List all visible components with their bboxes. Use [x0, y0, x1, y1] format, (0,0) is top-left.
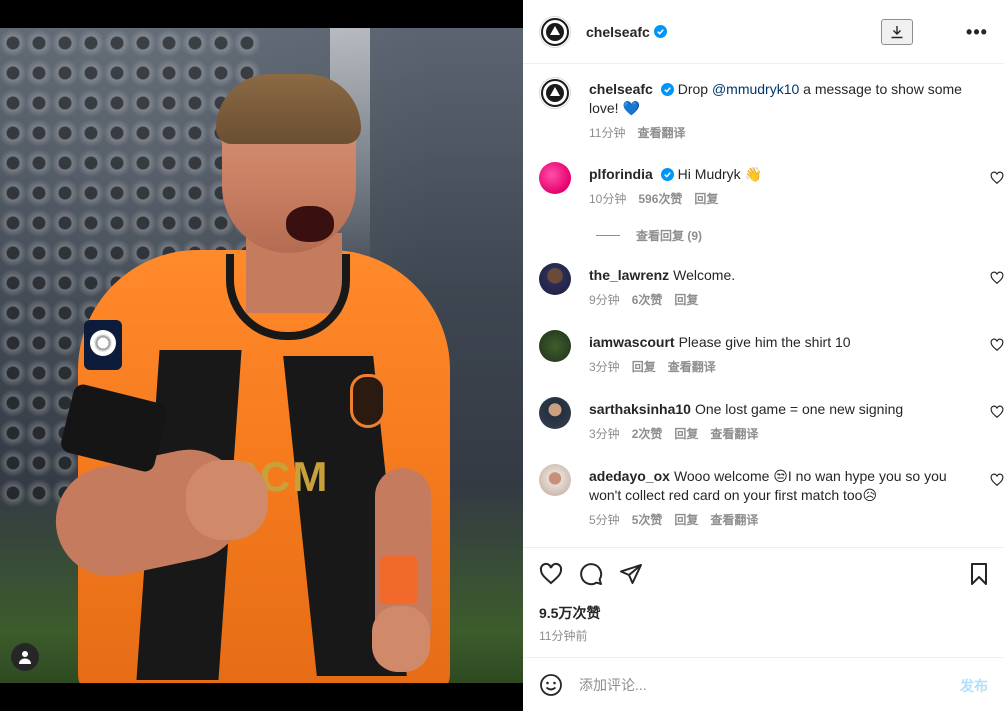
player-fist	[372, 606, 430, 672]
avatar[interactable]	[539, 464, 571, 496]
player-hair	[216, 74, 361, 144]
heart-icon[interactable]	[990, 271, 1004, 285]
comment-likes[interactable]: 5次赞	[632, 513, 663, 527]
comment-body: Welcome.	[673, 267, 736, 283]
blue-heart-emoji: 💙	[622, 100, 640, 116]
comment-time: 11分钟	[589, 126, 626, 140]
comment-body: Wooo welcome	[673, 468, 774, 484]
unamused-emoji: 😒	[773, 468, 788, 484]
heart-icon[interactable]	[539, 562, 563, 586]
avatar[interactable]	[539, 330, 571, 362]
comment-time: 3分钟	[589, 360, 620, 374]
comment-text: iamwascourt Please give him the shirt 10	[589, 333, 964, 352]
champions-league-badge	[84, 320, 122, 370]
verified-badge-icon	[660, 168, 674, 181]
club-crest	[350, 374, 386, 428]
post-details-panel: chelseafc ••• chelseafc Drop @mmudryk10 …	[523, 0, 1004, 711]
avatar[interactable]	[539, 77, 571, 109]
heart-icon[interactable]	[990, 171, 1004, 185]
sad-emoji: 😥	[862, 487, 878, 503]
likes-count[interactable]: 9.5万次赞	[539, 603, 600, 623]
comment-time: 3分钟	[589, 427, 620, 441]
person-icon[interactable]	[11, 643, 39, 671]
heart-icon[interactable]	[990, 338, 1004, 352]
comment-username[interactable]: iamwascourt	[589, 334, 675, 350]
avatar[interactable]	[539, 15, 571, 48]
comment-body: Please give him the shirt 10	[678, 334, 851, 350]
comment-meta: 3分钟 2次赞 回复 查看翻译	[589, 425, 770, 442]
comment-time: 10分钟	[589, 192, 627, 206]
translate-link[interactable]: 查看翻译	[668, 360, 716, 374]
comment-text: plforindia Hi Mudryk 👋	[589, 165, 964, 184]
download-button[interactable]	[881, 19, 913, 45]
heart-icon[interactable]	[990, 473, 1004, 487]
bookmark-icon[interactable]	[967, 562, 991, 586]
comment-meta: 9分钟 6次赞 回复	[589, 291, 710, 308]
view-replies-button[interactable]: 查看回复 (9)	[596, 227, 702, 244]
view-replies-label: 查看回复 (9)	[636, 229, 703, 243]
comment-username[interactable]: the_lawrenz	[589, 267, 669, 283]
mention-link[interactable]: @mmudryk10	[712, 81, 799, 97]
reply-button[interactable]: 回复	[674, 513, 698, 527]
post-actions: 9.5万次赞 11分钟前	[523, 547, 1004, 657]
player-fist	[186, 460, 268, 540]
reply-button[interactable]: 回复	[694, 192, 718, 206]
header-username[interactable]: chelseafc	[586, 24, 650, 40]
comment-body: Hi Mudryk	[677, 166, 745, 182]
post-comment-button[interactable]: 发布	[960, 676, 988, 696]
comment-text: the_lawrenz Welcome.	[589, 266, 964, 285]
comment-input[interactable]	[579, 672, 939, 698]
post-time: 11分钟前	[539, 629, 588, 643]
chelsea-crest-icon	[541, 79, 569, 107]
comment-icon[interactable]	[579, 562, 603, 586]
comment-time: 5分钟	[589, 513, 620, 527]
chelsea-crest-icon	[541, 17, 569, 46]
comment-body: One lost game = one new signing	[694, 401, 904, 417]
replies-divider	[596, 235, 620, 236]
translate-link[interactable]: 查看翻译	[637, 126, 685, 140]
comment-meta: 5分钟 5次赞 回复 查看翻译	[589, 511, 770, 528]
comment-meta: 10分钟 596次赞 回复	[589, 190, 730, 207]
avatar[interactable]	[539, 263, 571, 295]
emoji-icon[interactable]	[539, 673, 563, 697]
comment-meta: 3分钟 回复 查看翻译	[589, 358, 728, 375]
reply-button[interactable]: 回复	[632, 360, 656, 374]
comment-text: sarthaksinha10 One lost game = one new si…	[589, 400, 964, 419]
wave-emoji: 👋	[744, 166, 763, 182]
post-header: chelseafc •••	[523, 0, 1004, 64]
download-icon	[891, 26, 903, 39]
reply-button[interactable]: 回复	[674, 427, 698, 441]
translate-link[interactable]: 查看翻译	[710, 427, 758, 441]
comment-likes[interactable]: 2次赞	[632, 427, 663, 441]
comment-likes[interactable]: 596次赞	[638, 192, 682, 206]
player-mouth	[286, 206, 334, 242]
caption-text: chelseafc Drop @mmudryk10 a message to s…	[589, 80, 964, 118]
more-options-icon[interactable]: •••	[965, 22, 989, 42]
comment-time: 9分钟	[589, 293, 620, 307]
caption-text-before: Drop	[677, 81, 712, 97]
share-icon[interactable]	[619, 562, 643, 586]
comment-likes[interactable]: 6次赞	[632, 293, 663, 307]
post-media: SCM	[0, 0, 523, 711]
comment-text: adedayo_ox Wooo welcome 😒I no wan hype yo…	[589, 467, 964, 505]
comment-username[interactable]: sarthaksinha10	[589, 401, 691, 417]
wristband	[380, 556, 418, 604]
verified-badge-icon	[660, 83, 674, 96]
verified-badge-icon	[653, 25, 667, 38]
heart-icon[interactable]	[990, 405, 1004, 419]
translate-link[interactable]: 查看翻译	[710, 513, 758, 527]
comment-meta: 11分钟 查看翻译	[589, 124, 697, 141]
avatar[interactable]	[539, 162, 571, 194]
comments-list[interactable]: chelseafc Drop @mmudryk10 a message to s…	[523, 65, 1004, 547]
comment-username[interactable]: plforindia	[589, 166, 653, 182]
avatar[interactable]	[539, 397, 571, 429]
caption-username[interactable]: chelseafc	[589, 81, 653, 97]
comment-username[interactable]: adedayo_ox	[589, 468, 670, 484]
reply-button[interactable]: 回复	[674, 293, 698, 307]
post-photo[interactable]: SCM	[0, 28, 523, 683]
add-comment-bar: 发布	[523, 657, 1004, 711]
